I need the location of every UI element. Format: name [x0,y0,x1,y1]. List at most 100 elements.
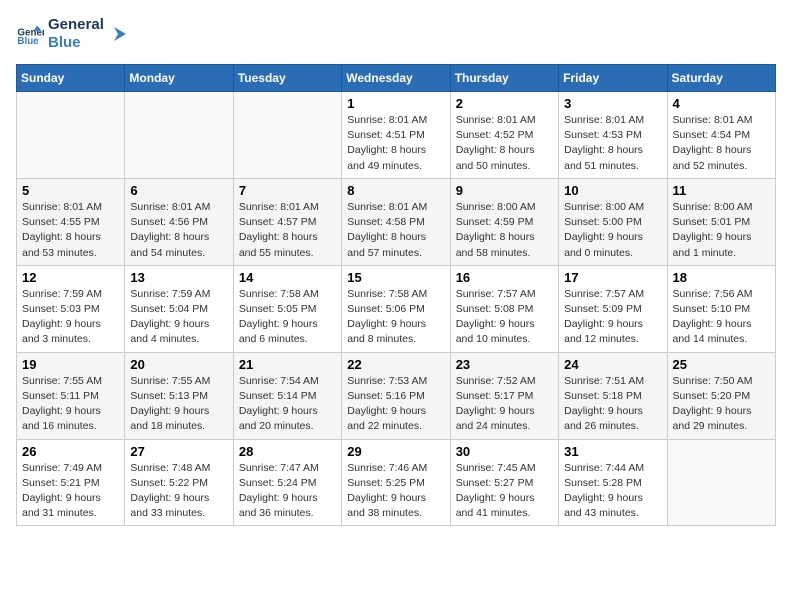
day-number: 26 [22,444,119,459]
week-row-5: 26 Sunrise: 7:49 AMSunset: 5:21 PMDayligh… [17,439,776,526]
logo-general: General [48,16,104,34]
day-info: Sunrise: 8:01 AMSunset: 4:57 PMDaylight:… [239,200,336,261]
day-number: 2 [456,96,553,111]
day-number: 15 [347,270,444,285]
day-info: Sunrise: 8:01 AMSunset: 4:52 PMDaylight:… [456,113,553,174]
day-info: Sunrise: 7:58 AMSunset: 5:06 PMDaylight:… [347,287,444,348]
day-cell-11: 11 Sunrise: 8:00 AMSunset: 5:01 PMDayligh… [667,178,775,265]
day-cell-14: 14Sunrise: 7:58 AMSunset: 5:05 PMDayligh… [233,265,341,352]
day-info: Sunrise: 7:47 AMSunset: 5:24 PMDaylight:… [239,461,336,522]
day-number: 27 [130,444,227,459]
weekday-header-saturday: Saturday [667,65,775,92]
day-cell-23: 23Sunrise: 7:52 AMSunset: 5:17 PMDayligh… [450,352,558,439]
page-header: General Blue General Blue [16,16,776,52]
day-info: Sunrise: 7:55 AMSunset: 5:13 PMDaylight:… [130,374,227,435]
day-number: 19 [22,357,119,372]
day-info: Sunrise: 8:01 AMSunset: 4:58 PMDaylight:… [347,200,444,261]
day-cell-28: 28 Sunrise: 7:47 AMSunset: 5:24 PMDayligh… [233,439,341,526]
day-cell-1: 1Sunrise: 8:01 AMSunset: 4:51 PMDaylight… [342,92,450,179]
day-cell-30: 30Sunrise: 7:45 AMSunset: 5:27 PMDayligh… [450,439,558,526]
day-info: Sunrise: 7:58 AMSunset: 5:05 PMDaylight:… [239,287,336,348]
week-row-3: 12Sunrise: 7:59 AMSunset: 5:03 PMDayligh… [17,265,776,352]
day-number: 6 [130,183,227,198]
day-cell-7: 7 Sunrise: 8:01 AMSunset: 4:57 PMDaylight… [233,178,341,265]
day-number: 5 [22,183,119,198]
day-number: 7 [239,183,336,198]
day-info: Sunrise: 8:00 AMSunset: 4:59 PMDaylight:… [456,200,553,261]
day-info: Sunrise: 7:54 AMSunset: 5:14 PMDaylight:… [239,374,336,435]
day-cell-22: 22 Sunrise: 7:53 AMSunset: 5:16 PMDayligh… [342,352,450,439]
day-cell-8: 8 Sunrise: 8:01 AMSunset: 4:58 PMDaylight… [342,178,450,265]
day-number: 29 [347,444,444,459]
calendar-table: SundayMondayTuesdayWednesdayThursdayFrid… [16,64,776,526]
empty-cell [125,92,233,179]
day-number: 1 [347,96,444,111]
day-info: Sunrise: 7:57 AMSunset: 5:09 PMDaylight:… [564,287,661,348]
day-info: Sunrise: 8:01 AMSunset: 4:54 PMDaylight:… [673,113,770,174]
day-number: 23 [456,357,553,372]
day-info: Sunrise: 7:46 AMSunset: 5:25 PMDaylight:… [347,461,444,522]
day-info: Sunrise: 7:48 AMSunset: 5:22 PMDaylight:… [130,461,227,522]
day-cell-20: 20 Sunrise: 7:55 AMSunset: 5:13 PMDayligh… [125,352,233,439]
empty-cell [233,92,341,179]
day-cell-10: 10 Sunrise: 8:00 AMSunset: 5:00 PMDayligh… [559,178,667,265]
day-info: Sunrise: 7:57 AMSunset: 5:08 PMDaylight:… [456,287,553,348]
day-number: 20 [130,357,227,372]
day-cell-26: 26 Sunrise: 7:49 AMSunset: 5:21 PMDayligh… [17,439,125,526]
day-info: Sunrise: 8:00 AMSunset: 5:01 PMDaylight:… [673,200,770,261]
day-number: 24 [564,357,661,372]
day-number: 12 [22,270,119,285]
day-number: 22 [347,357,444,372]
day-info: Sunrise: 8:01 AMSunset: 4:56 PMDaylight:… [130,200,227,261]
day-cell-21: 21 Sunrise: 7:54 AMSunset: 5:14 PMDayligh… [233,352,341,439]
day-info: Sunrise: 7:45 AMSunset: 5:27 PMDaylight:… [456,461,553,522]
day-cell-29: 29 Sunrise: 7:46 AMSunset: 5:25 PMDayligh… [342,439,450,526]
day-number: 17 [564,270,661,285]
day-number: 10 [564,183,661,198]
day-info: Sunrise: 8:01 AMSunset: 4:53 PMDaylight:… [564,113,661,174]
day-cell-5: 5 Sunrise: 8:01 AMSunset: 4:55 PMDaylight… [17,178,125,265]
week-row-1: 1Sunrise: 8:01 AMSunset: 4:51 PMDaylight… [17,92,776,179]
day-number: 8 [347,183,444,198]
day-cell-9: 9Sunrise: 8:00 AMSunset: 4:59 PMDaylight… [450,178,558,265]
day-number: 16 [456,270,553,285]
day-cell-31: 31Sunrise: 7:44 AMSunset: 5:28 PMDayligh… [559,439,667,526]
weekday-header-sunday: Sunday [17,65,125,92]
svg-text:Blue: Blue [17,36,39,47]
day-info: Sunrise: 7:50 AMSunset: 5:20 PMDaylight:… [673,374,770,435]
day-number: 18 [673,270,770,285]
day-info: Sunrise: 8:00 AMSunset: 5:00 PMDaylight:… [564,200,661,261]
day-number: 28 [239,444,336,459]
day-cell-12: 12Sunrise: 7:59 AMSunset: 5:03 PMDayligh… [17,265,125,352]
day-cell-6: 6 Sunrise: 8:01 AMSunset: 4:56 PMDaylight… [125,178,233,265]
day-number: 25 [673,357,770,372]
day-cell-4: 4 Sunrise: 8:01 AMSunset: 4:54 PMDaylight… [667,92,775,179]
weekday-header-monday: Monday [125,65,233,92]
day-info: Sunrise: 7:53 AMSunset: 5:16 PMDaylight:… [347,374,444,435]
day-number: 4 [673,96,770,111]
day-cell-24: 24 Sunrise: 7:51 AMSunset: 5:18 PMDayligh… [559,352,667,439]
day-info: Sunrise: 7:44 AMSunset: 5:28 PMDaylight:… [564,461,661,522]
day-cell-25: 25 Sunrise: 7:50 AMSunset: 5:20 PMDayligh… [667,352,775,439]
day-cell-17: 17 Sunrise: 7:57 AMSunset: 5:09 PMDayligh… [559,265,667,352]
empty-cell [17,92,125,179]
day-info: Sunrise: 7:49 AMSunset: 5:21 PMDaylight:… [22,461,119,522]
day-cell-16: 16 Sunrise: 7:57 AMSunset: 5:08 PMDayligh… [450,265,558,352]
day-cell-13: 13Sunrise: 7:59 AMSunset: 5:04 PMDayligh… [125,265,233,352]
week-row-2: 5 Sunrise: 8:01 AMSunset: 4:55 PMDaylight… [17,178,776,265]
day-info: Sunrise: 7:56 AMSunset: 5:10 PMDaylight:… [673,287,770,348]
day-number: 11 [673,183,770,198]
weekday-header-row: SundayMondayTuesdayWednesdayThursdayFrid… [17,65,776,92]
day-cell-18: 18 Sunrise: 7:56 AMSunset: 5:10 PMDayligh… [667,265,775,352]
logo-icon: General Blue [16,20,44,48]
day-info: Sunrise: 8:01 AMSunset: 4:55 PMDaylight:… [22,200,119,261]
logo: General Blue General Blue [16,16,130,52]
day-number: 21 [239,357,336,372]
day-info: Sunrise: 7:51 AMSunset: 5:18 PMDaylight:… [564,374,661,435]
day-info: Sunrise: 7:55 AMSunset: 5:11 PMDaylight:… [22,374,119,435]
day-cell-19: 19 Sunrise: 7:55 AMSunset: 5:11 PMDayligh… [17,352,125,439]
day-number: 3 [564,96,661,111]
weekday-header-friday: Friday [559,65,667,92]
logo-blue: Blue [48,34,104,52]
day-cell-2: 2 Sunrise: 8:01 AMSunset: 4:52 PMDaylight… [450,92,558,179]
